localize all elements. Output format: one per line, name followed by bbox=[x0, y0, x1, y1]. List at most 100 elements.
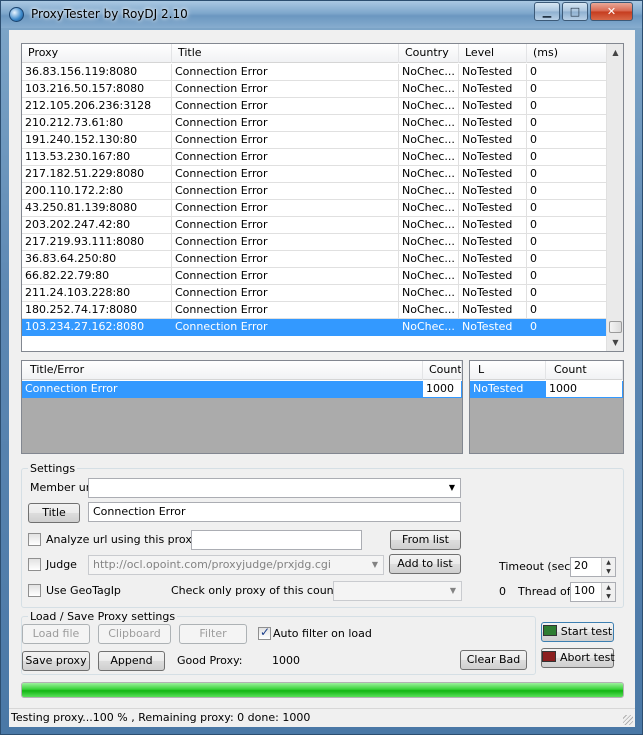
title-cell: Connection Error bbox=[172, 115, 399, 132]
title-field[interactable]: Connection Error bbox=[88, 502, 461, 522]
table-row[interactable]: 203.202.247.42:80 Connection Error NoChec.… bbox=[22, 217, 608, 234]
title-button[interactable]: Title bbox=[28, 503, 80, 523]
table-row[interactable]: Connection Error 1000 bbox=[22, 381, 462, 398]
col-title-error[interactable]: Title/Error bbox=[22, 361, 423, 380]
table-row[interactable]: 200.110.172.2:80 Connection Error NoChec..… bbox=[22, 183, 608, 200]
chevron-down-icon[interactable]: ▼ bbox=[444, 479, 460, 497]
timeout-value: 20 bbox=[574, 559, 588, 572]
proxy-table-scrollbar[interactable]: ▲ ▼ bbox=[606, 44, 623, 351]
title-cell: Connection Error bbox=[172, 285, 399, 302]
title-cell: Connection Error bbox=[172, 98, 399, 115]
title-bar[interactable]: ProxyTester by RoyDJ 2.10 ▁ □ ✕ bbox=[1, 1, 642, 28]
col-error-count[interactable]: Count bbox=[423, 361, 462, 380]
proxy-table: Proxy Title Country Level (ms) 36.83.156… bbox=[21, 43, 624, 352]
resize-grip-icon[interactable] bbox=[623, 715, 633, 725]
close-button[interactable]: ✕ bbox=[590, 2, 633, 21]
spin-up-icon[interactable]: ▲ bbox=[601, 558, 615, 567]
add-to-list-button[interactable]: Add to list bbox=[389, 554, 461, 574]
abort-test-button[interactable]: Abort test bbox=[541, 648, 615, 668]
col-title[interactable]: Title bbox=[172, 44, 399, 63]
member-url-label: Member url bbox=[30, 481, 94, 494]
table-row[interactable]: 217.219.93.111:8080 Connection Error NoChe… bbox=[22, 234, 608, 251]
country-cell: NoChec... bbox=[399, 98, 459, 115]
table-row[interactable]: 103.234.27.162:8080 Connection Error NoChe… bbox=[22, 319, 608, 336]
ms-cell: 0 bbox=[527, 268, 608, 285]
title-cell: Connection Error bbox=[172, 302, 399, 319]
table-row[interactable]: 217.182.51.229:8080 Connection Error NoChe… bbox=[22, 166, 608, 183]
clipboard-button[interactable]: Clipboard bbox=[98, 624, 171, 644]
col-level[interactable]: Level bbox=[459, 44, 527, 63]
proxy-cell: 43.250.81.139:8080 bbox=[22, 200, 172, 217]
col-level-l[interactable]: L bbox=[470, 361, 546, 380]
table-row[interactable]: 191.240.152.130:80 Connection Error NoChec… bbox=[22, 132, 608, 149]
from-list-button[interactable]: From list bbox=[390, 530, 461, 550]
clear-bad-button[interactable]: Clear Bad bbox=[460, 650, 527, 670]
col-proxy[interactable]: Proxy bbox=[22, 44, 172, 63]
table-row[interactable]: 212.105.206.236:3128 Connection Error NoCh… bbox=[22, 98, 608, 115]
country-cell: NoChec... bbox=[399, 285, 459, 302]
thread-stepper[interactable]: 100 ▲ ▼ bbox=[570, 582, 616, 602]
ms-cell: 0 bbox=[527, 234, 608, 251]
member-url-dropdown[interactable]: ▼ bbox=[88, 478, 461, 498]
judge-checkbox[interactable] bbox=[28, 558, 41, 571]
test-progress-bar bbox=[21, 682, 624, 698]
load-file-button[interactable]: Load file bbox=[22, 624, 90, 644]
minimize-button[interactable]: ▁ bbox=[534, 2, 560, 21]
level-cell: NoTested bbox=[459, 166, 527, 183]
thread-value: 100 bbox=[574, 584, 595, 597]
scroll-thumb[interactable] bbox=[609, 321, 622, 333]
analyze-url-label: Analyze url using this proxy : bbox=[46, 533, 206, 546]
ms-cell: 0 bbox=[527, 98, 608, 115]
thread-count: 0 bbox=[499, 585, 506, 598]
table-row[interactable]: 180.252.74.17:8080 Connection Error NoChec… bbox=[22, 302, 608, 319]
table-row[interactable]: NoTested 1000 bbox=[470, 381, 623, 398]
error-table-empty-area bbox=[22, 398, 462, 453]
title-cell: Connection Error bbox=[172, 166, 399, 183]
table-row[interactable]: 43.250.81.139:8080 Connection Error NoChec… bbox=[22, 200, 608, 217]
spin-up-icon[interactable]: ▲ bbox=[601, 583, 615, 592]
chevron-down-icon[interactable]: ▼ bbox=[367, 556, 383, 574]
table-row[interactable]: 36.83.64.250:80 Connection Error NoChec...… bbox=[22, 251, 608, 268]
table-row[interactable]: 36.83.156.119:8080 Connection Error NoChec… bbox=[22, 64, 608, 81]
table-row[interactable]: 210.212.73.61:80 Connection Error NoChec..… bbox=[22, 115, 608, 132]
analyze-url-field[interactable] bbox=[191, 530, 362, 550]
maximize-button[interactable]: □ bbox=[562, 2, 588, 21]
level-cell: NoTested bbox=[459, 217, 527, 234]
spin-down-icon[interactable]: ▼ bbox=[601, 567, 615, 576]
append-button[interactable]: Append bbox=[98, 651, 165, 671]
title-cell: Connection Error bbox=[172, 64, 399, 81]
proxy-cell: 36.83.64.250:80 bbox=[22, 251, 172, 268]
country-cell: NoChec... bbox=[399, 149, 459, 166]
scroll-down-arrow-icon[interactable]: ▼ bbox=[607, 334, 623, 351]
chevron-down-icon[interactable]: ▼ bbox=[445, 582, 461, 600]
save-proxy-button[interactable]: Save proxy bbox=[22, 651, 90, 671]
scroll-up-arrow-icon[interactable]: ▲ bbox=[607, 44, 623, 61]
country-cell: NoChec... bbox=[399, 200, 459, 217]
proxy-cell: 217.219.93.111:8080 bbox=[22, 234, 172, 251]
country-cell: NoChec... bbox=[399, 234, 459, 251]
country-cell: NoChec... bbox=[399, 251, 459, 268]
table-row[interactable]: 211.24.103.228:80 Connection Error NoChec.… bbox=[22, 285, 608, 302]
country-cell: NoChec... bbox=[399, 132, 459, 149]
start-test-label: Start test bbox=[560, 625, 613, 638]
proxy-cell: 211.24.103.228:80 bbox=[22, 285, 172, 302]
auto-filter-checkbox[interactable] bbox=[258, 625, 271, 640]
geotag-label: Use GeoTagIp bbox=[46, 584, 121, 597]
analyze-url-checkbox[interactable] bbox=[28, 533, 41, 546]
filter-button[interactable]: Filter bbox=[179, 624, 247, 644]
table-row[interactable]: 103.216.50.157:8080 Connection Error NoChe… bbox=[22, 81, 608, 98]
country-dropdown[interactable]: ▼ bbox=[333, 581, 462, 601]
table-row[interactable]: 66.82.22.79:80 Connection Error NoChec... N… bbox=[22, 268, 608, 285]
title-cell: Connection Error bbox=[172, 268, 399, 285]
col-level-count[interactable]: Count bbox=[546, 361, 623, 380]
abort-test-label: Abort test bbox=[560, 651, 615, 664]
col-ms[interactable]: (ms) bbox=[527, 44, 608, 63]
judge-url-dropdown[interactable]: http://ocl.opoint.com/proxyjudge/prxjdg.… bbox=[88, 555, 384, 575]
window-title: ProxyTester by RoyDJ 2.10 bbox=[31, 7, 188, 21]
start-test-button[interactable]: Start test bbox=[541, 622, 614, 642]
geotag-checkbox[interactable] bbox=[28, 584, 41, 597]
timeout-stepper[interactable]: 20 ▲ ▼ bbox=[570, 557, 616, 577]
table-row[interactable]: 113.53.230.167:80 Connection Error NoChec.… bbox=[22, 149, 608, 166]
spin-down-icon[interactable]: ▼ bbox=[601, 592, 615, 601]
col-country[interactable]: Country bbox=[399, 44, 459, 63]
